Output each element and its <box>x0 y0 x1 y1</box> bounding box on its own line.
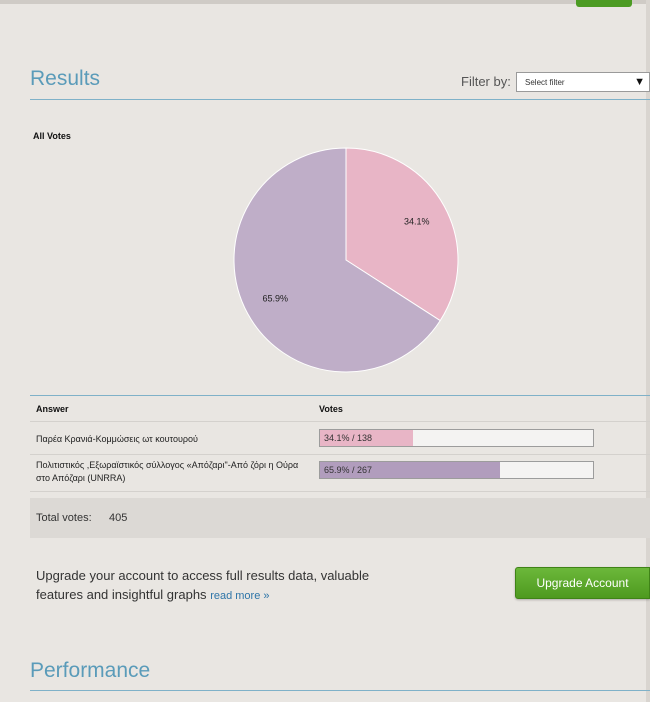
chart-title: All Votes <box>33 131 71 141</box>
answer-header: Answer <box>36 404 69 414</box>
top-green-button-edge[interactable] <box>576 0 632 7</box>
total-votes-box: Total votes: 405 <box>30 498 650 538</box>
vote-bar: 34.1% / 138 <box>319 429 594 447</box>
vote-bar: 65.9% / 267 <box>319 461 594 479</box>
filter-label: Filter by: <box>461 74 511 89</box>
dropdown-arrow-icon: ▼ <box>634 76 645 88</box>
pie-svg: 34.1% 65.9% <box>233 147 459 373</box>
top-bar <box>0 0 650 4</box>
table-top-divider <box>30 395 650 396</box>
vote-bar-label: 65.9% / 267 <box>324 465 373 475</box>
pie-slice-label: 65.9% <box>262 294 288 304</box>
total-votes-label: Total votes: <box>36 512 92 524</box>
row-divider <box>30 454 650 455</box>
upgrade-message: Upgrade your account to access full resu… <box>36 566 376 606</box>
pie-slice-label: 34.1% <box>404 216 430 226</box>
filter-select-value: Select filter <box>525 77 565 87</box>
total-votes-value: 405 <box>109 512 128 524</box>
row-divider <box>30 491 650 492</box>
upgrade-text: Upgrade your account to access full resu… <box>36 568 370 602</box>
pie-chart: 34.1% 65.9% <box>232 146 460 374</box>
performance-divider <box>30 690 650 691</box>
answer-text: Παρέα Κρανιά-Κομμώσεις ωτ κουτουρού <box>36 434 198 444</box>
read-more-link[interactable]: read more » <box>210 590 269 602</box>
upgrade-account-button[interactable]: Upgrade Account <box>515 567 650 599</box>
votes-header: Votes <box>319 404 343 414</box>
answer-text: Πολιτιστικός ,Εξωραϊστικός σύλλογος «Από… <box>36 460 299 483</box>
header-divider <box>30 421 650 422</box>
vote-bar-label: 34.1% / 138 <box>324 433 373 443</box>
results-divider <box>30 99 650 100</box>
performance-title: Performance <box>30 659 151 682</box>
results-title: Results <box>30 67 101 90</box>
filter-select[interactable]: Select filter ▼ <box>516 72 650 92</box>
